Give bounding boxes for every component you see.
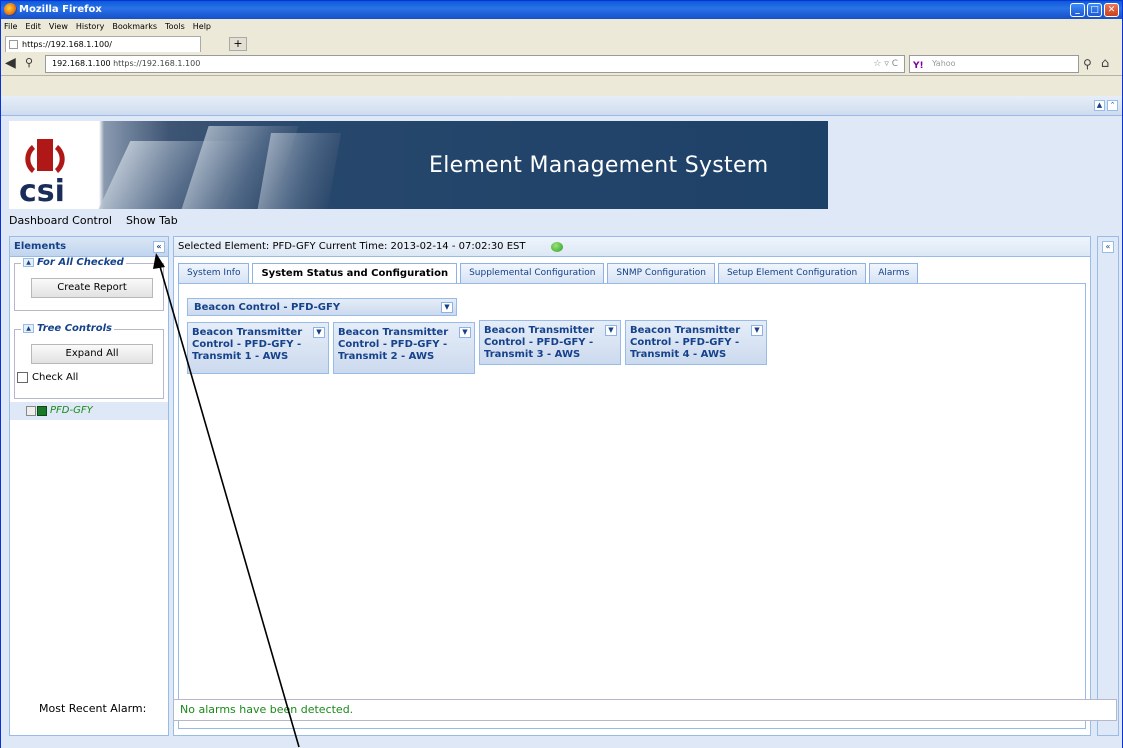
menu-edit[interactable]: Edit	[25, 19, 41, 34]
title-bar: Mozilla Firefox _ □ ✕	[1, 1, 1122, 19]
tab-supplemental-config[interactable]: Supplemental Configuration	[460, 263, 605, 283]
close-button[interactable]: ✕	[1104, 3, 1119, 17]
tree-controls-legend: Tree Controls	[37, 323, 112, 334]
selected-element-value: PFD-GFY	[272, 241, 316, 252]
page-content: ▲ ⌃ csi Element Management System Dashbo…	[1, 96, 1122, 748]
search-input[interactable]: Y! Yahoo	[909, 55, 1079, 73]
selected-element-label: Selected Element:	[178, 241, 270, 252]
back-arrow-icon[interactable]: ◀	[5, 55, 25, 73]
collapse-all-icon[interactable]: ⌃	[1107, 100, 1118, 111]
tree-item[interactable]: PFD-GFY	[10, 402, 168, 420]
top-strip: ▲ ⌃	[1, 96, 1122, 116]
transmitter-label: Beacon Transmitter Control - PFD-GFY - T…	[338, 327, 449, 362]
maximize-button[interactable]: □	[1087, 3, 1102, 17]
beacon-transmitter-1[interactable]: Beacon Transmitter Control - PFD-GFY - T…	[187, 322, 329, 374]
header-banner: csi Element Management System	[9, 121, 828, 209]
elements-panel: Elements « ▲ For All Checked Create Repo…	[9, 236, 169, 736]
menu-tools[interactable]: Tools	[165, 19, 185, 34]
search-icon[interactable]: ⚲	[1083, 57, 1092, 71]
elements-panel-header: Elements «	[10, 237, 168, 257]
dropdown-arrow-icon[interactable]: ▼	[605, 325, 617, 336]
element-node-icon	[37, 406, 47, 416]
url-text: https://192.168.1.100	[113, 59, 201, 68]
expand-right-icon[interactable]: «	[1102, 241, 1114, 253]
fieldset-toggle-icon[interactable]: ▲	[23, 324, 34, 333]
bookmark-star-icon[interactable]: ☆ ▿ C	[873, 56, 898, 72]
show-tab-menu[interactable]: Show Tab	[126, 214, 178, 232]
firefox-logo-icon	[4, 3, 17, 16]
menu-file[interactable]: File	[4, 19, 17, 34]
dashboard-control-menu[interactable]: Dashboard Control	[9, 214, 112, 232]
beacon-transmitter-4[interactable]: Beacon Transmitter Control - PFD-GFY - T…	[625, 320, 767, 365]
status-indicator-icon	[551, 242, 563, 252]
tree-item-checkbox[interactable]	[26, 406, 36, 416]
logo-text: csi	[19, 174, 65, 206]
menu-bar: File Edit View History Bookmarks Tools H…	[1, 19, 1122, 34]
dropdown-arrow-icon[interactable]: ▼	[751, 325, 763, 336]
beacon-control-panel[interactable]: Beacon Control - PFD-GFY ▼	[187, 298, 457, 316]
create-report-button[interactable]: Create Report	[31, 278, 153, 298]
expand-all-button[interactable]: Expand All	[31, 344, 153, 364]
tab-system-status[interactable]: System Status and Configuration	[252, 263, 458, 283]
menu-history[interactable]: History	[76, 19, 104, 34]
tree-item-label[interactable]: PFD-GFY	[50, 405, 93, 416]
check-all-row[interactable]: Check All	[17, 372, 78, 383]
building-image-3	[256, 133, 342, 209]
current-time-label: Current Time:	[318, 241, 388, 252]
main-panel: Selected Element: PFD-GFY Current Time: …	[173, 236, 1091, 736]
elements-panel-title: Elements	[14, 241, 67, 252]
beacon-control-title: Beacon Control - PFD-GFY	[194, 302, 341, 313]
browser-tab[interactable]: https://192.168.1.100/	[5, 36, 201, 52]
transmitter-label: Beacon Transmitter Control - PFD-GFY - T…	[192, 327, 303, 362]
most-recent-alarm-label: Most Recent Alarm:	[39, 702, 147, 715]
tab-system-info[interactable]: System Info	[178, 263, 250, 283]
csi-logo: csi	[19, 139, 65, 206]
tab-snmp-config[interactable]: SNMP Configuration	[607, 263, 715, 283]
fieldset-toggle-icon[interactable]: ▲	[23, 258, 34, 267]
app-toolbar: Dashboard Control Show Tab	[9, 214, 1119, 232]
tab-setup-element-config[interactable]: Setup Element Configuration	[717, 263, 867, 283]
search-engine-logo[interactable]: Y!	[913, 58, 924, 74]
for-all-checked-legend: For All Checked	[37, 257, 124, 268]
key-icon: ⚲	[25, 56, 34, 69]
menu-bookmarks[interactable]: Bookmarks	[112, 19, 157, 34]
dropdown-arrow-icon[interactable]: ▼	[441, 302, 453, 313]
transmitter-label: Beacon Transmitter Control - PFD-GFY - T…	[630, 325, 741, 360]
transmitter-label: Beacon Transmitter Control - PFD-GFY - T…	[484, 325, 595, 360]
most-recent-alarm-value: No alarms have been detected.	[173, 699, 1117, 721]
browser-tab-title: https://192.168.1.100/	[22, 40, 112, 49]
tab-strip: System Info System Status and Configurat…	[178, 263, 919, 283]
menu-view[interactable]: View	[49, 19, 68, 34]
minimize-button[interactable]: _	[1070, 3, 1085, 17]
tree-controls-fieldset: ▲ Tree Controls Expand All Check All	[14, 323, 164, 399]
tab-content: Beacon Control - PFD-GFY ▼ Beacon Transm…	[178, 283, 1086, 729]
tab-alarms[interactable]: Alarms	[869, 263, 919, 283]
current-time-value: 2013-02-14 - 07:02:30 EST	[390, 241, 526, 252]
app-title: Element Management System	[429, 153, 769, 178]
window-title: Mozilla Firefox	[19, 4, 102, 15]
new-tab-button[interactable]: +	[229, 37, 247, 51]
beacon-transmitter-2[interactable]: Beacon Transmitter Control - PFD-GFY - T…	[333, 322, 475, 374]
page-icon	[9, 40, 18, 49]
right-collapsed-panel: «	[1097, 236, 1119, 736]
check-all-checkbox[interactable]	[17, 372, 28, 383]
alarm-bar: Most Recent Alarm: No alarms have been d…	[9, 696, 1119, 724]
dropdown-arrow-icon[interactable]: ▼	[313, 327, 325, 338]
dropdown-arrow-icon[interactable]: ▼	[459, 327, 471, 338]
check-all-label: Check All	[32, 372, 79, 383]
browser-window: Mozilla Firefox _ □ ✕ File Edit View His…	[0, 0, 1123, 748]
collapse-up-icon[interactable]: ▲	[1094, 100, 1105, 111]
collapse-left-icon[interactable]: «	[153, 241, 165, 253]
menu-help[interactable]: Help	[193, 19, 211, 34]
for-all-checked-fieldset: ▲ For All Checked Create Report	[14, 257, 164, 311]
home-icon[interactable]: ⌂	[1101, 56, 1109, 71]
url-host: 192.168.1.100	[52, 59, 111, 68]
beacon-transmitter-3[interactable]: Beacon Transmitter Control - PFD-GFY - T…	[479, 320, 621, 365]
main-panel-header: Selected Element: PFD-GFY Current Time: …	[174, 237, 1090, 257]
navigation-bar: ◀ ⚲ 192.168.1.100 https://192.168.1.100 …	[1, 52, 1122, 76]
url-bar[interactable]: 192.168.1.100 https://192.168.1.100 ☆ ▿ …	[45, 55, 905, 73]
search-placeholder: Yahoo	[932, 59, 956, 68]
